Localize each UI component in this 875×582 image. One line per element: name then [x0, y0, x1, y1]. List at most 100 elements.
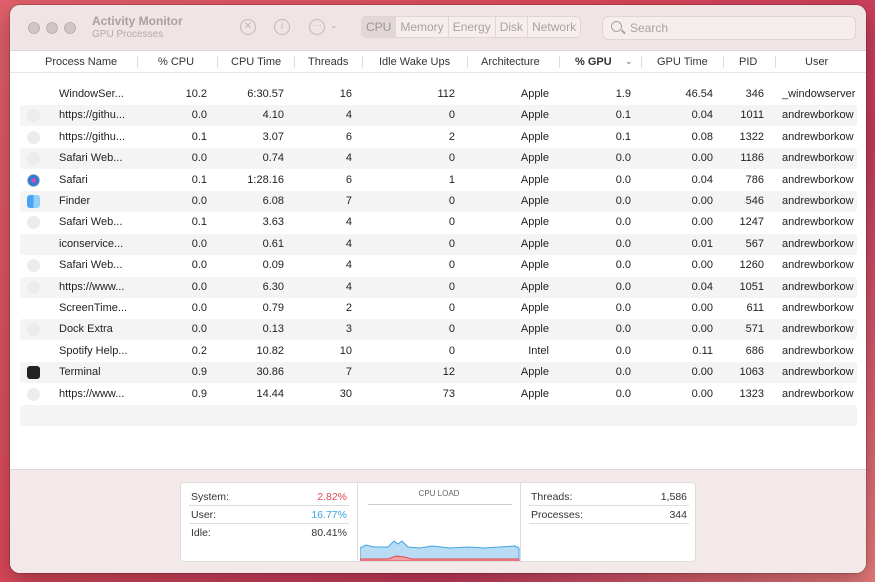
generic-app-icon	[27, 130, 40, 144]
process-name: Safari Web...	[59, 216, 123, 229]
cell-user: andrewborkow	[782, 195, 854, 207]
table-row[interactable]: ScreenTime... 0.0 0.79 2 0 Apple 0.0 0.00 611 and…	[20, 298, 857, 319]
cell-cpu: 0.0	[191, 280, 207, 293]
process-name: https://githu...	[59, 109, 126, 122]
column-gpu[interactable]: % GPU	[575, 56, 612, 68]
search-input[interactable]: Search	[602, 16, 856, 40]
cell-cpu: 0.0	[191, 109, 207, 122]
chevron-down-icon[interactable]: ⌄	[625, 56, 633, 67]
process-name: Safari	[59, 173, 88, 186]
cell-pid: 1063	[739, 366, 764, 379]
table-row[interactable]: Safari Web... 0.0 0.09 4 0 Apple 0.0 0.00 1260 an…	[20, 255, 857, 276]
cell-cpu: 0.9	[191, 366, 207, 379]
cell-cpu: 10.2	[185, 88, 207, 100]
table-row[interactable]: https://www... 0.0 6.30 4 0 Apple 0.0 0.04 1051 a…	[20, 276, 857, 298]
column-user[interactable]: User	[805, 56, 828, 68]
cell-gpu-time: 0.00	[691, 195, 713, 207]
cell-threads: 6	[345, 130, 352, 143]
cell-cpu-time: 10.82	[256, 344, 284, 357]
close-window-button[interactable]	[28, 22, 40, 34]
tab-cpu[interactable]: CPU	[362, 17, 397, 37]
cell-idle: 12	[442, 366, 455, 379]
cell-cpu: 0.0	[191, 323, 207, 336]
cell-user: andrewborkow	[782, 130, 854, 143]
column-threads[interactable]: Threads	[308, 56, 348, 68]
cell-cpu-time: 1:28.16	[247, 173, 284, 186]
table-row[interactable]: Finder 0.0 6.08 7 0 Apple 0.0 0.00 546 andrewbork…	[20, 191, 857, 212]
info-icon[interactable]: i	[274, 19, 290, 35]
tab-disk[interactable]: Disk	[496, 17, 529, 37]
tab-network[interactable]: Network	[528, 17, 580, 37]
cell-threads: 4	[345, 237, 352, 250]
cell-cpu: 0.1	[191, 173, 207, 186]
chevron-down-icon[interactable]: ⌄	[330, 20, 338, 31]
table-row[interactable]: Safari 0.1 1:28.16 6 1 Apple 0.0 0.04 786 andrewb…	[20, 170, 857, 191]
cell-cpu-time: 3.63	[262, 216, 284, 229]
cell-threads: 2	[345, 302, 352, 314]
cell-idle: 0	[448, 237, 455, 250]
cell-idle: 0	[448, 302, 455, 314]
table-row[interactable]: WindowSer... 10.2 6:30.57 16 112 Apple 1.9 46.5…	[20, 84, 857, 105]
cell-gpu-time: 0.00	[691, 366, 713, 379]
cell-cpu: 0.0	[191, 152, 207, 165]
ellipsis-circle-icon[interactable]: ···	[309, 19, 325, 35]
table-row[interactable]: Dock Extra 0.0 0.13 3 0 Apple 0.0 0.00 571 andrew…	[20, 319, 857, 341]
cell-gpu: 1.9	[615, 88, 631, 100]
generic-app-icon	[27, 323, 40, 337]
table-row[interactable]: Safari Web... 0.0 0.74 4 0 Apple 0.0 0.00 1186 an…	[20, 148, 857, 170]
cell-user: andrewborkow	[782, 216, 854, 229]
cell-user: andrewborkow	[782, 344, 854, 357]
cell-gpu: 0.1	[615, 109, 631, 122]
column-cpu[interactable]: % CPU	[158, 56, 194, 68]
user-load-area	[360, 540, 520, 561]
activity-monitor-window: Activity Monitor GPU Processes ✕ i ··· ⌄…	[10, 5, 866, 573]
cell-gpu-time: 0.00	[691, 387, 713, 400]
safari-icon	[27, 173, 40, 187]
cell-user: andrewborkow	[782, 109, 854, 122]
process-name: https://githu...	[59, 130, 126, 143]
cell-idle: 0	[448, 344, 455, 357]
table-row[interactable]: https://githu... 0.0 4.10 4 0 Apple 0.1 0.04 101…	[20, 105, 857, 127]
column-gpu-time[interactable]: GPU Time	[657, 56, 708, 68]
cell-gpu-time: 0.00	[691, 216, 713, 229]
column-process-name[interactable]: Process Name	[45, 56, 117, 68]
cell-gpu-time: 0.00	[691, 323, 713, 336]
cell-user: andrewborkow	[782, 280, 854, 293]
cell-gpu: 0.0	[615, 323, 631, 336]
table-row[interactable]: https://www... 0.9 14.44 30 73 Apple 0.0 0.00 13…	[20, 384, 857, 405]
tab-memory[interactable]: Memory	[396, 17, 449, 37]
cell-gpu: 0.0	[615, 195, 631, 207]
process-name: Safari Web...	[59, 259, 123, 272]
zoom-window-button[interactable]	[64, 22, 76, 34]
table-row[interactable]	[20, 426, 857, 447]
cell-user: andrewborkow	[782, 302, 854, 314]
generic-app-icon	[27, 280, 40, 294]
table-row[interactable]: https://githu... 0.1 3.07 6 2 Apple 0.1 0.08 132…	[20, 127, 857, 148]
cell-gpu-time: 0.00	[691, 259, 713, 272]
column-cpu-time[interactable]: CPU Time	[231, 56, 281, 68]
column-architecture[interactable]: Architecture	[481, 56, 540, 68]
x-circle-icon[interactable]: ✕	[240, 19, 256, 35]
process-table: Process Name % CPU CPU Time Threads Idle…	[10, 51, 866, 469]
table-row[interactable]: Spotify Help... 0.2 10.82 10 0 Intel 0.0 0.11 68…	[20, 341, 857, 362]
table-row[interactable]: iconservice... 0.0 0.61 4 0 Apple 0.0 0.01 567 an…	[20, 233, 857, 255]
table-row[interactable]: Terminal 0.9 30.86 7 12 Apple 0.0 0.00 1063 andre…	[20, 362, 857, 384]
process-name: WindowSer...	[59, 88, 124, 100]
table-row[interactable]: Safari Web... 0.1 3.63 4 0 Apple 0.0 0.00 1247 an…	[20, 212, 857, 233]
cell-cpu: 0.1	[191, 216, 207, 229]
generic-app-icon	[27, 259, 40, 273]
table-row[interactable]	[20, 405, 857, 426]
cell-gpu-time: 0.08	[691, 130, 713, 143]
cell-gpu: 0.0	[615, 259, 631, 272]
window-title: Activity Monitor	[92, 14, 183, 28]
column-pid[interactable]: PID	[739, 56, 757, 68]
generic-app-icon	[27, 216, 40, 230]
column-idle-wake-ups[interactable]: Idle Wake Ups	[379, 56, 450, 68]
idle-label: Idle:	[191, 527, 211, 539]
minimize-window-button[interactable]	[46, 22, 58, 34]
cell-user: _windowserver	[782, 88, 856, 100]
cell-idle: 0	[448, 323, 455, 336]
processes-label: Processes:	[531, 509, 583, 521]
threads-label: Threads:	[531, 491, 573, 503]
tab-energy[interactable]: Energy	[449, 17, 496, 37]
